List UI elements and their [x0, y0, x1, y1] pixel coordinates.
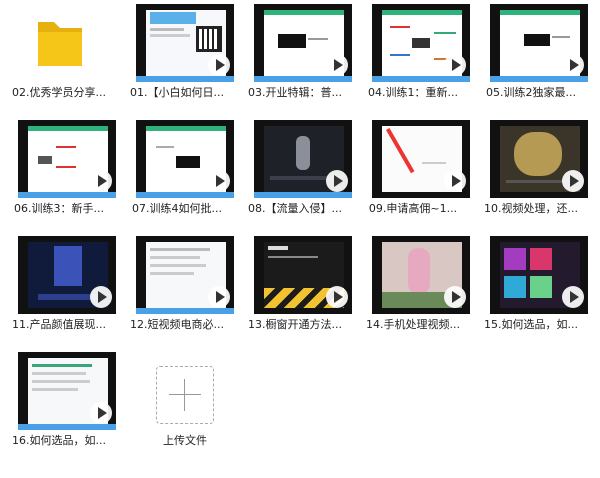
play-icon [90, 286, 112, 308]
play-icon [562, 54, 584, 76]
video-item[interactable]: 10.视频处理，还... [472, 120, 590, 232]
video-thumbnail [136, 236, 234, 314]
video-item[interactable]: 13.橱窗开通方法... [236, 236, 354, 348]
file-label: 14.手机处理视频... [366, 318, 460, 331]
video-item[interactable]: 05.训练2独家最... [472, 4, 590, 116]
video-item[interactable]: 16.如何选品，如... [0, 352, 118, 464]
video-thumbnail [490, 4, 588, 82]
file-label: 05.训练2独家最... [486, 86, 576, 99]
file-label: 13.橱窗开通方法... [248, 318, 342, 331]
video-item[interactable]: 06.训练3：新手... [0, 120, 118, 232]
file-label: 09.申请高佣~1... [368, 202, 458, 215]
file-label: 16.如何选品，如... [12, 434, 106, 447]
play-icon [90, 170, 112, 192]
file-label: 11.产品颜值展现... [12, 318, 106, 331]
play-icon [444, 170, 466, 192]
file-grid: 02.优秀学员分享... 01.【小白如何日... 03.开业特辑：普... 0… [0, 0, 600, 465]
play-icon [208, 54, 230, 76]
folder-item[interactable]: 02.优秀学员分享... [0, 4, 118, 116]
play-icon [90, 402, 112, 424]
video-item[interactable]: 01.【小白如何日... [118, 4, 236, 116]
video-thumbnail [372, 236, 470, 314]
file-label: 08.【流量入侵】... [248, 202, 342, 215]
play-icon [326, 286, 348, 308]
video-item[interactable]: 11.产品颜值展现... [0, 236, 118, 348]
video-thumbnail [18, 120, 116, 198]
video-item[interactable]: 08.【流量入侵】... [236, 120, 354, 232]
file-label: 06.训练3：新手... [14, 202, 104, 215]
folder-icon [38, 22, 82, 66]
video-thumbnail [18, 236, 116, 314]
video-thumbnail [490, 120, 588, 198]
video-item[interactable]: 03.开业特辑：普... [236, 4, 354, 116]
play-icon [562, 170, 584, 192]
video-thumbnail [372, 120, 470, 198]
video-item[interactable]: 04.训练1：重新... [354, 4, 472, 116]
video-item[interactable]: 09.申请高佣~1... [354, 120, 472, 232]
file-label: 01.【小白如何日... [130, 86, 224, 99]
file-label: 03.开业特辑：普... [248, 86, 342, 99]
video-item[interactable]: 12.短视频电商必... [118, 236, 236, 348]
video-item[interactable]: 07.训练4如何批... [118, 120, 236, 232]
video-item[interactable]: 14.手机处理视频... [354, 236, 472, 348]
video-thumbnail [372, 4, 470, 82]
play-icon [444, 54, 466, 76]
video-thumbnail [136, 120, 234, 198]
video-thumbnail [254, 120, 352, 198]
play-icon [562, 286, 584, 308]
video-thumbnail [18, 352, 116, 430]
video-item[interactable]: 15.如何选品，如... [472, 236, 590, 348]
play-icon [326, 54, 348, 76]
file-label: 10.视频处理，还... [484, 202, 578, 215]
play-icon [326, 170, 348, 192]
upload-file-tile[interactable]: 上传文件 [126, 366, 244, 478]
video-thumbnail [490, 236, 588, 314]
video-thumbnail [254, 236, 352, 314]
file-label: 02.优秀学员分享... [12, 86, 106, 99]
video-thumbnail [136, 4, 234, 82]
play-icon [444, 286, 466, 308]
file-label: 07.训练4如何批... [132, 202, 222, 215]
play-icon [208, 170, 230, 192]
add-icon [156, 366, 214, 424]
video-thumbnail [254, 4, 352, 82]
play-icon [208, 286, 230, 308]
file-label: 15.如何选品，如... [484, 318, 578, 331]
file-label: 04.训练1：重新... [368, 86, 458, 99]
upload-label: 上传文件 [163, 434, 207, 447]
file-label: 12.短视频电商必... [130, 318, 224, 331]
